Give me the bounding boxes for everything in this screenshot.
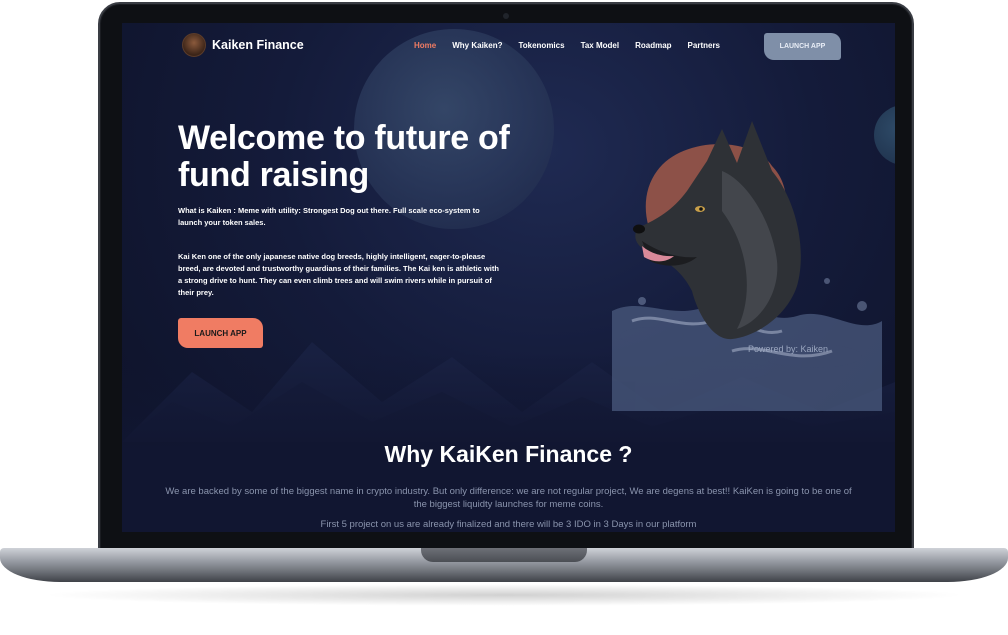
hero-subtitle: What is Kaiken : Meme with utility: Stro…	[178, 206, 480, 227]
why-section-title: Why KaiKen Finance ?	[384, 441, 633, 467]
powered-by-label: Powered by: Kaiken	[748, 344, 829, 354]
dog-head-icon	[182, 33, 206, 57]
nav-launch-app-button[interactable]: LAUNCH APP	[764, 33, 841, 60]
laptop-notch	[421, 548, 587, 562]
nav-item-why-kaiken[interactable]: Why Kaiken?	[452, 41, 502, 50]
nav-item-tokenomics[interactable]: Tokenomics	[518, 41, 564, 50]
hero-launch-app-button[interactable]: LAUNCH APP	[178, 318, 263, 348]
hero-description: Kai Ken one of the only japanese native …	[178, 252, 499, 297]
hero-title: Welcome to future of fund raising	[178, 119, 510, 194]
why-section-text-secondary: First 5 project on us are already finali…	[320, 519, 697, 530]
laptop-shadow	[40, 584, 968, 606]
nav-item-partners[interactable]: Partners	[688, 41, 720, 50]
camera-icon	[503, 13, 509, 19]
nav-item-roadmap[interactable]: Roadmap	[635, 41, 671, 50]
kai-ken-dog-illustration	[612, 121, 882, 411]
nav-item-home[interactable]: Home	[414, 41, 436, 50]
brand-logo[interactable]: Kaiken Finance	[182, 33, 304, 57]
website-screen: Kaiken Finance Home Why Kaiken? Tokenomi…	[122, 23, 895, 532]
nav-item-tax-model[interactable]: Tax Model	[581, 41, 620, 50]
brand-name: Kaiken Finance	[212, 38, 304, 52]
main-nav: Home Why Kaiken? Tokenomics Tax Model Ro…	[414, 41, 720, 50]
why-section-text: We are backed by some of the biggest nam…	[165, 486, 852, 510]
